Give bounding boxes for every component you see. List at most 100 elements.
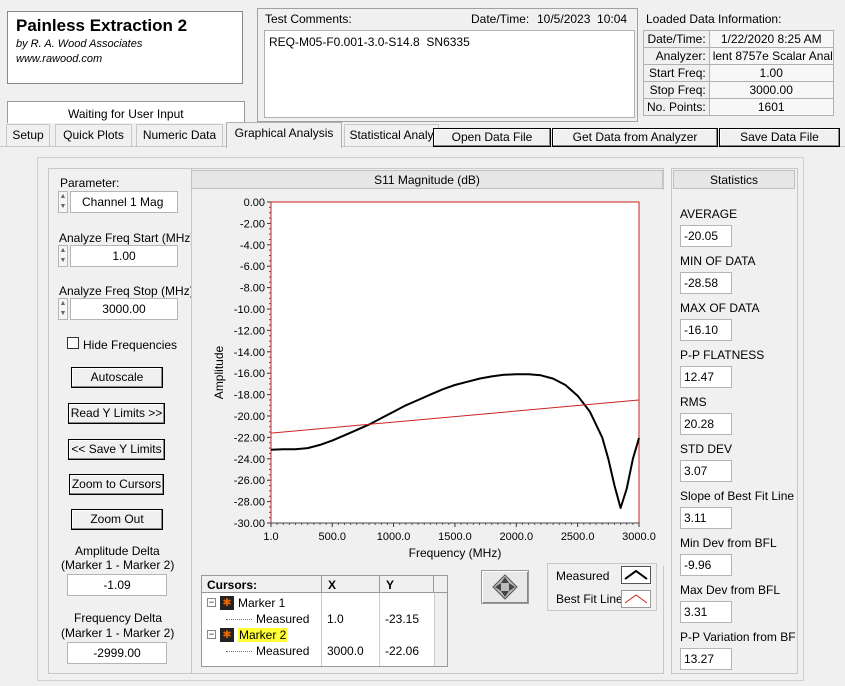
hide-frequencies-label: Hide Frequencies <box>83 338 178 352</box>
parameter-spinner[interactable]: ▲ ▼ <box>58 191 68 213</box>
save-y-limits-button[interactable]: << Save Y Limits <box>68 439 165 460</box>
collapse-icon[interactable]: − <box>207 598 216 607</box>
cursor-x-value: 1.0 <box>327 612 344 626</box>
comments-label: Test Comments: <box>265 12 352 26</box>
loaded-info-table: Date/Time: 1/22/2020 8:25 AM Analyzer: lent… <box>643 30 834 116</box>
x-tick-label: 2000.0 <box>499 531 533 543</box>
read-y-limits-button[interactable]: Read Y Limits >> <box>68 403 165 424</box>
y-tick-label: -18.00 <box>234 390 265 402</box>
cursor-marker-name: Marker 2 <box>238 628 288 642</box>
cursor-header-y: Y <box>386 578 395 592</box>
parameter-label: Parameter: <box>60 176 120 190</box>
stat-label: P-P Variation from BF <box>680 630 796 644</box>
cursor-marker-row[interactable]: − ✱ Marker 1 <box>202 595 434 611</box>
loaded-title: Loaded Data Information: <box>646 12 782 26</box>
title-panel: Painless Extraction 2 by R. A. Wood Asso… <box>7 11 243 84</box>
status-bar: Waiting for User Input <box>7 101 245 123</box>
y-tick-label: -24.00 <box>234 454 265 466</box>
stat-label: AVERAGE <box>680 207 738 221</box>
get-data-analyzer-button[interactable]: Get Data from Analyzer <box>552 128 718 147</box>
zoom-to-cursors-button[interactable]: Zoom to Cursors <box>69 474 164 495</box>
cursor-y-value: -22.06 <box>385 644 420 658</box>
amp-delta-sublabel: (Marker 1 - Marker 2) <box>61 558 175 572</box>
autoscale-button[interactable]: Autoscale <box>71 367 163 388</box>
cursor-table[interactable]: Cursors: X Y − ✱ Marker 1 Measured 1.0 -23.15… <box>201 575 448 667</box>
cursor-header-x: X <box>328 578 337 592</box>
app-url: www.rawood.com <box>16 53 103 65</box>
loaded-row: Date/Time: 1/22/2020 8:25 AM <box>643 30 834 48</box>
tab-statistical-analysis[interactable]: Statistical Analy <box>344 124 439 146</box>
stat-label: STD DEV <box>680 442 733 456</box>
best-fit-line-icon <box>624 594 648 604</box>
stat-value: 3.31 <box>680 601 732 623</box>
y-tick-label: -2.00 <box>240 218 265 230</box>
tab-numeric-data[interactable]: Numeric Data <box>136 124 223 146</box>
y-tick-label: -28.00 <box>234 497 265 509</box>
y-tick-label: -6.00 <box>240 261 265 273</box>
loaded-row-value: lent 8757e Scalar Analy <box>708 47 834 65</box>
measured-line-icon <box>624 569 648 580</box>
open-data-file-button[interactable]: Open Data File <box>433 128 551 147</box>
tree-connector <box>226 619 252 620</box>
freq-stop-input[interactable]: 3000.00 <box>70 298 178 320</box>
tab-setup[interactable]: Setup <box>6 124 50 146</box>
tab-graphical-analysis[interactable]: Graphical Analysis <box>226 122 342 148</box>
stat-label: RMS <box>680 395 707 409</box>
statistics-title: Statistics <box>709 173 758 187</box>
stat-value: -28.58 <box>680 272 732 294</box>
cursor-table-scrollbar[interactable] <box>434 593 447 666</box>
stat-label: Min Dev from BFL <box>680 536 777 550</box>
loaded-row: Start Freq: 1.00 <box>643 64 834 82</box>
loaded-row: No. Points: 1601 <box>643 98 834 116</box>
cursor-marker-row[interactable]: − ✱ Marker 2 <box>202 627 434 643</box>
s11-magnitude-chart[interactable]: 0.00 -2.00 -4.00 -6.00 -8.00 -10.00 -12.00 -14.… <box>192 190 664 566</box>
save-data-file-button[interactable]: Save Data File <box>719 128 840 147</box>
x-tick-label: 1.0 <box>263 531 278 543</box>
cursor-table-header: Cursors: X Y <box>202 576 447 593</box>
parameter-select[interactable]: Channel 1 Mag <box>70 191 178 213</box>
chart-title: S11 Magnitude (dB) <box>374 173 480 187</box>
freq-start-input[interactable]: 1.00 <box>70 245 178 267</box>
y-tick-label: -8.00 <box>240 283 265 295</box>
amp-delta-value: -1.09 <box>67 574 167 596</box>
x-tick-label: 1500.0 <box>438 531 472 543</box>
legend-bfl-swatch[interactable] <box>621 590 651 608</box>
zoom-out-button[interactable]: Zoom Out <box>71 509 163 530</box>
y-axis-label: Amplitude <box>212 346 226 400</box>
stat-label: MAX OF DATA <box>680 301 760 315</box>
freq-stop-label: Analyze Freq Stop (MHz) <box>59 284 194 298</box>
comments-textbox[interactable]: REQ-M05-F0.001-3.0-S14.8 SN6335 <box>264 30 635 118</box>
freq-stop-spinner[interactable]: ▲ ▼ <box>58 298 68 320</box>
stat-label: Max Dev from BFL <box>680 583 781 597</box>
cursor-series-name: Measured <box>256 644 310 658</box>
cursor-marker-name: Marker 1 <box>238 596 286 610</box>
hide-frequencies-checkbox[interactable] <box>67 337 79 349</box>
loaded-row-label: Date/Time: <box>643 30 710 48</box>
y-tick-label: -16.00 <box>234 368 265 380</box>
y-tick-label: -30.00 <box>234 518 265 530</box>
cursor-y-value: -23.15 <box>385 612 420 626</box>
tab-quick-plots[interactable]: Quick Plots <box>55 124 132 146</box>
freq-delta-sublabel: (Marker 1 - Marker 2) <box>61 626 175 640</box>
cursor-series-name: Measured <box>256 612 310 626</box>
chart-title-bar: S11 Magnitude (dB) <box>191 170 663 189</box>
collapse-icon[interactable]: − <box>207 630 216 639</box>
status-text: Waiting for User Input <box>68 107 184 121</box>
loaded-row-label: Stop Freq: <box>643 81 710 99</box>
freq-start-spinner[interactable]: ▲ ▼ <box>58 245 68 267</box>
pan-tool-button[interactable] <box>481 570 529 604</box>
stat-value: -16.10 <box>680 319 732 341</box>
loaded-row: Analyzer: lent 8757e Scalar Analy <box>643 47 834 65</box>
legend-measured-swatch[interactable] <box>621 566 651 584</box>
cursor-measured-row[interactable]: Measured 3000.0 -22.06 <box>202 643 434 659</box>
stat-value: 13.27 <box>680 648 732 670</box>
loaded-row-value: 1.00 <box>708 64 834 82</box>
cursor-header-name: Cursors: <box>207 578 258 592</box>
cursor-x-value: 3000.0 <box>327 644 364 658</box>
stat-value: 20.28 <box>680 413 732 435</box>
tree-connector <box>226 651 252 652</box>
y-tick-label: -26.00 <box>234 475 265 487</box>
stat-value: -20.05 <box>680 225 732 247</box>
cursor-measured-row[interactable]: Measured 1.0 -23.15 <box>202 611 434 627</box>
stat-value: 3.11 <box>680 507 732 529</box>
